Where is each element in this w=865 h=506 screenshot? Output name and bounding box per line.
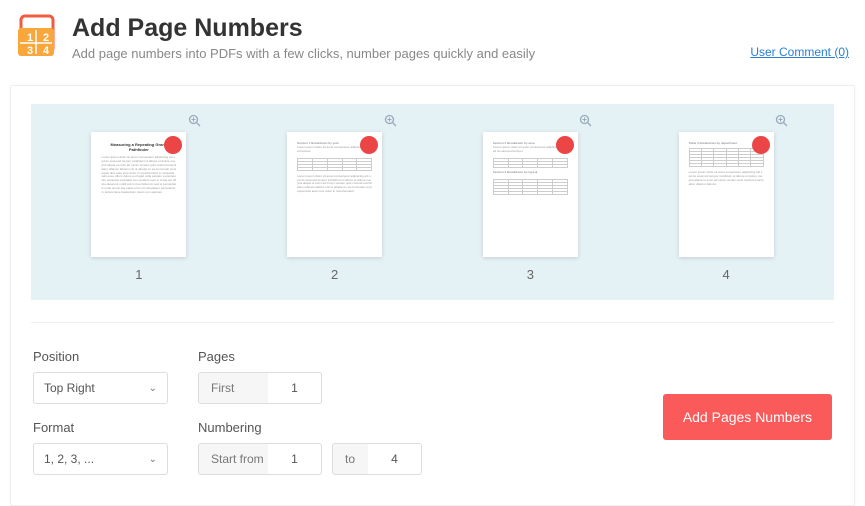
divider [31,322,834,323]
position-marker-icon [556,136,574,154]
page-thumb-4[interactable]: Table 3 Breakdown by department Lorem ip… [638,118,814,282]
position-marker-icon [164,136,182,154]
page-thumb-label: 2 [331,267,338,282]
svg-text:4: 4 [43,45,50,57]
numbering-to-input[interactable] [368,443,422,475]
position-label: Position [33,349,168,364]
format-value: 1, 2, 3, ... [44,452,94,466]
pages-label: Pages [198,349,422,364]
format-select[interactable]: 1, 2, 3, ... ⌄ [33,443,168,475]
zoom-icon[interactable] [775,114,788,130]
format-label: Format [33,420,168,435]
chevron-down-icon: ⌄ [149,383,157,394]
zoom-icon[interactable] [579,114,592,130]
page-thumb-2[interactable]: Section 1 Breakdown by year Lorem ipsum … [247,118,423,282]
numbering-from-input[interactable] [268,443,322,475]
page-thumb-label: 1 [135,267,142,282]
page-thumbnail-strip: Measuring a Repeating Grand Pathfinder L… [31,104,834,300]
page-thumb-1[interactable]: Measuring a Repeating Grand Pathfinder L… [51,118,227,282]
page-preview: Section 2 Breakdown by area Lorem ipsum … [483,132,578,257]
page-thumb-3[interactable]: Section 2 Breakdown by area Lorem ipsum … [443,118,619,282]
svg-text:2: 2 [43,32,49,44]
position-select[interactable]: Top Right ⌄ [33,372,168,404]
controls-row: Position Top Right ⌄ Format 1, 2, 3, ...… [31,349,834,475]
pages-prefix: First [198,372,278,404]
page-preview: Section 1 Breakdown by year Lorem ipsum … [287,132,382,257]
user-comment-link[interactable]: User Comment (0) [750,45,849,59]
page-subtitle: Add page numbers into PDFs with a few cl… [72,46,750,61]
svg-text:3: 3 [27,45,33,57]
page-preview: Table 3 Breakdown by department Lorem ip… [679,132,774,257]
page-numbers-logo-icon: 1 2 3 4 [16,14,60,58]
svg-text:1: 1 [27,32,33,44]
zoom-icon[interactable] [188,114,201,130]
add-page-numbers-button[interactable]: Add Pages Numbers [663,394,832,440]
numbering-startfrom-prefix: Start from [198,443,278,475]
zoom-icon[interactable] [384,114,397,130]
page-title: Add Page Numbers [72,14,750,43]
position-value: Top Right [44,381,95,395]
app-header: 1 2 3 4 Add Page Numbers Add page number… [0,0,865,69]
numbering-label: Numbering [198,420,422,435]
page-thumb-label: 3 [527,267,534,282]
main-panel: Measuring a Repeating Grand Pathfinder L… [10,85,855,506]
chevron-down-icon: ⌄ [149,454,157,465]
pages-first-input[interactable] [268,372,322,404]
position-marker-icon [752,136,770,154]
page-thumb-label: 4 [723,267,730,282]
page-preview: Measuring a Repeating Grand Pathfinder L… [91,132,186,257]
position-marker-icon [360,136,378,154]
